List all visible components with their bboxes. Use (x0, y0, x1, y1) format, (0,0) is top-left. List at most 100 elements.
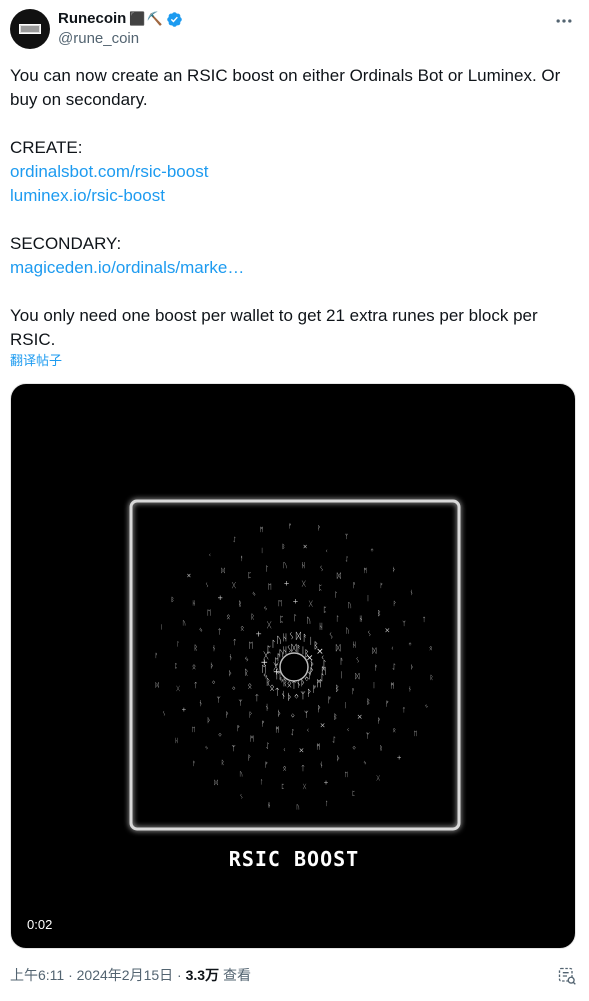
rune-glyph: ᛏ (217, 628, 221, 636)
rune-glyph: + (323, 779, 328, 786)
rune-glyph: ᛏ (194, 682, 198, 690)
rune-glyph: ᛜ (408, 642, 412, 649)
rune-glyph: ᛃ (252, 590, 256, 598)
rune-glyph: ᚱ (221, 759, 225, 766)
rune-glyph: ᛇ (265, 742, 269, 750)
rune-glyph: ᚠ (312, 684, 317, 695)
rune-glyph: ᛇ (392, 663, 396, 671)
rune-glyph: ᛟ (392, 727, 396, 734)
rune-glyph: ᚱ (238, 600, 242, 608)
author-name[interactable]: Runecoin (58, 9, 126, 29)
rune-glyph: ᚢ (283, 561, 287, 569)
rune-glyph: ᚨ (302, 633, 307, 644)
rune-glyph: ᛃ (244, 654, 249, 663)
rune-glyph: ᛖ (268, 583, 272, 591)
rune-glyph: ᛖ (192, 727, 196, 734)
rune-glyph: ᚱ (379, 745, 383, 752)
rune-glyph: ᛒ (377, 610, 381, 618)
rune-glyph: + (397, 755, 402, 762)
avatar[interactable] (10, 9, 50, 49)
rune-glyph: ᛗ (260, 527, 264, 534)
rune-glyph: ᚦ (287, 692, 292, 703)
analytics-icon[interactable] (557, 966, 577, 986)
rune-glyph: ᛚ (265, 565, 269, 573)
video-timer: 0:02 (27, 917, 53, 932)
rune-glyph: ᛞ (337, 572, 342, 580)
video-media[interactable]: ᚠ ᚹ ᛉ ᛜ ᚦ ᚾ ᛏ ᛟ ᚱ ᛃ ᛖ + ᚷ ᛈ ᛚ ᚢ ᚺ ᛊ ᛞ ᚨ ᛁ ᛒ × ᚲ ᛇ ᛗ ᚠ ᚹ ᛉ ᛜ ᚦ ᚾ ᛏ ᛟ ᚱ ᛃ ᛖ + ᚷ ᛈ… (10, 383, 576, 949)
rune-glyph: ᛒ (171, 597, 175, 604)
luminex-link[interactable]: luminex.io/rsic-boost (10, 186, 165, 205)
rune-glyph: + (284, 580, 290, 588)
rune-glyph: ᚾ (265, 703, 270, 712)
rune-glyph: ᛉ (366, 732, 370, 740)
rune-glyph: ᛗ (250, 735, 254, 743)
rune-glyph: ᛇ (345, 556, 349, 563)
rune-glyph: ᚷ (302, 580, 307, 588)
rune-glyph: ᚠ (385, 700, 389, 708)
rune-glyph: ᛞ (336, 643, 341, 652)
ordinalsbot-link[interactable]: ordinalsbot.com/rsic-boost (10, 162, 208, 181)
rune-glyph: ᛜ (211, 679, 215, 687)
rune-glyph: ᚾ (408, 686, 412, 693)
rune-glyph: ᚹ (377, 717, 381, 725)
rune-glyph: ᛏ (233, 639, 237, 647)
more-icon[interactable] (554, 11, 574, 36)
rune-glyph: ᚢ (345, 627, 349, 635)
rune-glyph: ᛊ (367, 630, 371, 638)
rune-glyph: ᛒ (282, 544, 286, 551)
rune-glyph: ᛒ (366, 698, 370, 706)
rune-glyph: ᚲ (325, 548, 329, 555)
rune-glyph: ᚨ (374, 664, 378, 672)
rune-glyph: × (186, 572, 191, 579)
rune-glyph: × (357, 713, 363, 721)
rune-glyph: ᚾ (319, 761, 323, 769)
rune-glyph: ᛈ (279, 615, 284, 624)
verified-badge-icon (166, 11, 182, 27)
tweet-meta: 上午6:11 · 2024年2月15日 · 3.3万 查看 (10, 966, 251, 984)
rune-glyph: × (303, 544, 308, 551)
magiceden-link[interactable]: magiceden.io/ordinals/marke… (10, 258, 244, 277)
author-handle[interactable]: @rune_coin (58, 29, 183, 49)
rune-glyph: ᛈ (174, 663, 178, 670)
rune-glyph: ᚱ (194, 644, 198, 652)
timestamp[interactable]: 上午6:11 · 2024年2月15日 · (10, 967, 186, 983)
rune-glyph: ᚷ (309, 600, 314, 608)
rune-glyph: ᛞ (355, 672, 360, 680)
rune-glyph: ᛇ (233, 537, 237, 544)
rune-glyph: ᚢ (296, 804, 300, 811)
rune-glyph: ᛚ (335, 615, 339, 623)
rune-glyph: ᚢ (306, 616, 311, 625)
rune-glyph: ᛇ (332, 736, 336, 744)
rune-glyph: ᚺ (301, 562, 305, 570)
rune-glyph: ᚨ (192, 761, 196, 768)
rune-glyph: ᛟ (429, 645, 433, 652)
rune-glyph: ᚦ (392, 566, 396, 573)
rune-glyph: ᚦ (207, 717, 211, 725)
rune-glyph: ᚹ (393, 600, 397, 607)
rune-glyph: ᚲ (282, 746, 286, 754)
rune-glyph: ᚦ (410, 664, 414, 671)
rune-glyph: ᛚ (325, 800, 329, 807)
center-ring (279, 652, 309, 682)
rune-glyph: ᛊ (319, 565, 323, 573)
rune-glyph: ᛈ (247, 572, 251, 580)
rune-glyph: ᛜ (352, 745, 356, 753)
translate-post-link[interactable]: 翻译帖子 (10, 353, 62, 369)
rune-glyph: ᚷ (376, 775, 380, 782)
rune-glyph: ᚹ (248, 711, 252, 719)
rune-glyph: ᚱ (244, 668, 249, 677)
rune-glyph: ᛚ (293, 614, 298, 623)
rune-glyph: ᚠ (236, 724, 240, 732)
rune-glyph: ᛏ (254, 694, 259, 703)
rune-glyph: ᚾ (229, 654, 233, 662)
tweet-line: You can now create an RSIC boost on eith… (10, 66, 561, 109)
rune-glyph: ᛜ (294, 693, 299, 703)
rune-glyph: × (298, 746, 304, 754)
rune-glyph: ᛃ (199, 626, 203, 634)
rune-glyph: ᚷ (303, 783, 307, 790)
rune-glyph: ᛗ (316, 743, 320, 751)
rune-glyph: ᚹ (317, 525, 321, 532)
rune-glyph: ᚲ (208, 552, 212, 559)
rune-glyph: ᛞ (155, 682, 159, 689)
rune-glyph: ᚦ (277, 709, 282, 718)
